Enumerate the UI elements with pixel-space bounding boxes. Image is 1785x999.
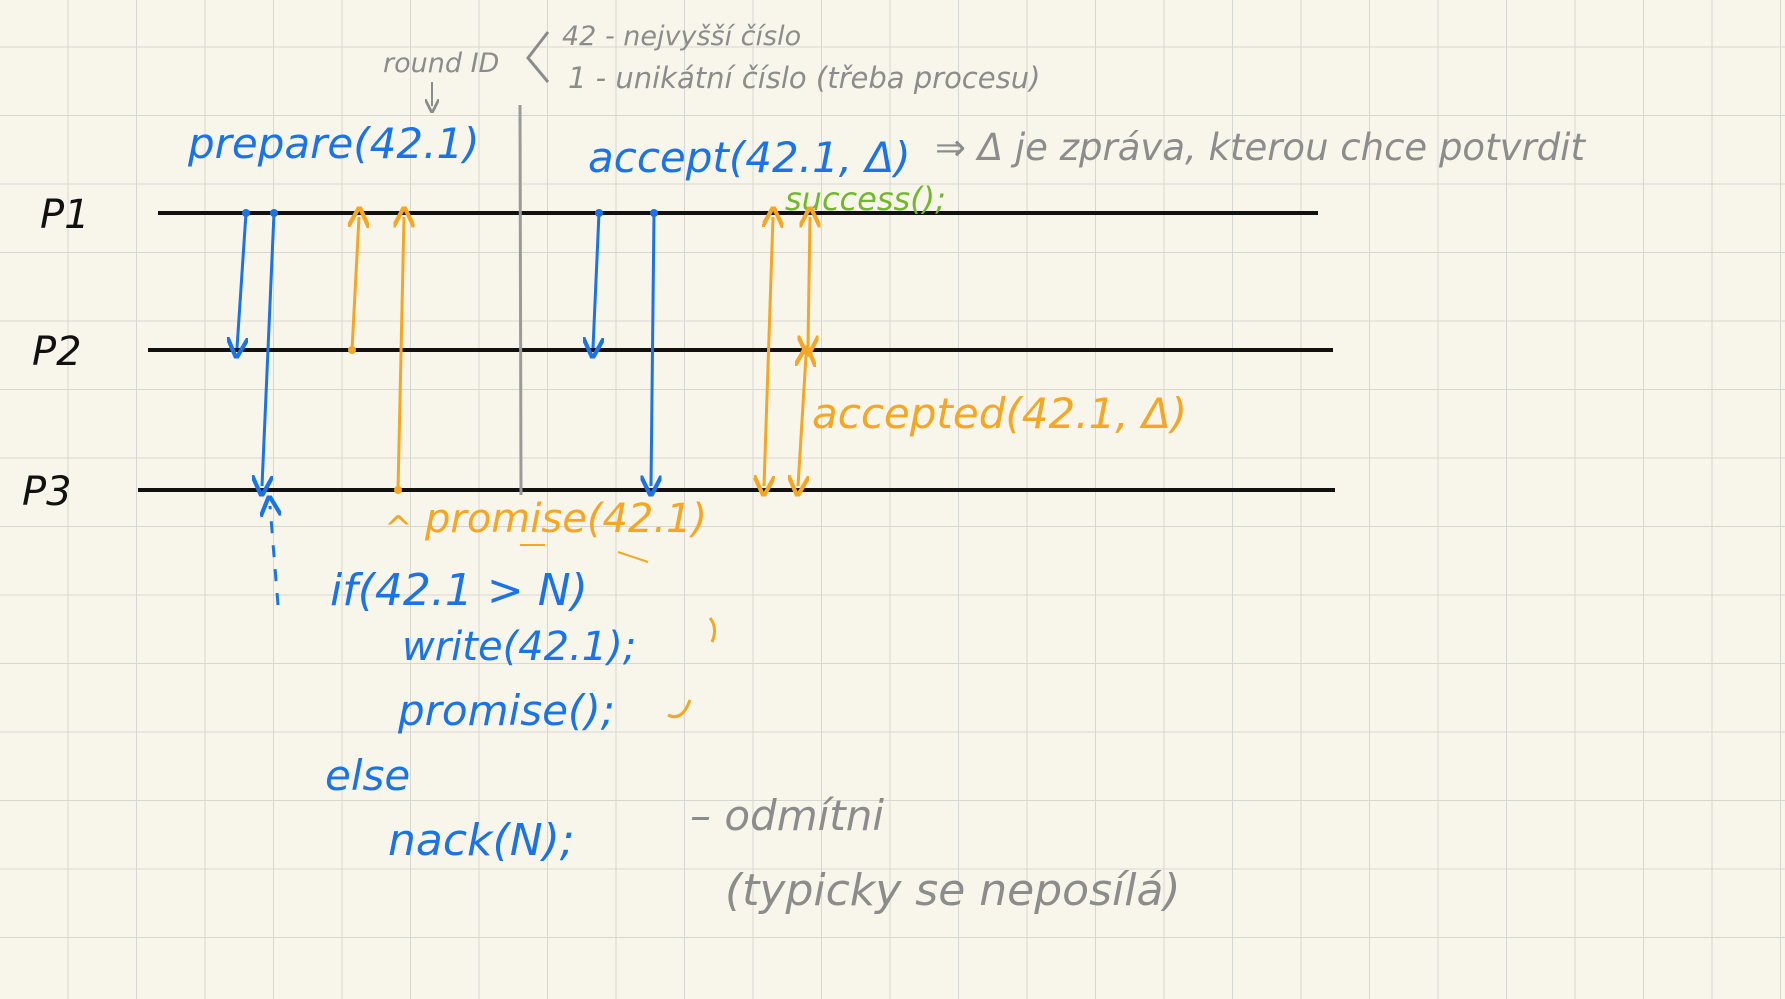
code-pointer-arrow xyxy=(270,506,278,606)
round-id-part1: 42 - nejvyšší číslo xyxy=(562,21,801,52)
nack-note-line2: (typicky se neposílá) xyxy=(725,865,1181,916)
success-label: success(); xyxy=(785,180,946,218)
accepted-label: accepted(42.1, Δ) xyxy=(812,389,1187,438)
accepted-arrow-p2-p1 xyxy=(808,217,810,346)
promise-label: promise(42.1) xyxy=(424,496,707,542)
promise-arrow-from-p2 xyxy=(352,217,359,351)
code-line-write: write(42.1); xyxy=(402,624,636,670)
code-line-else: else xyxy=(325,751,410,800)
promise-arrow-from-p3 xyxy=(398,217,404,491)
promise-underline xyxy=(520,544,649,563)
p3-label: P3 xyxy=(22,469,72,515)
prepare-arrow-p2 xyxy=(237,212,246,348)
accept-label: accept(42.1, Δ) xyxy=(588,133,911,182)
round-id-label: round ID xyxy=(383,48,499,79)
promise-check-mark xyxy=(667,699,692,719)
p2-label: P2 xyxy=(32,329,82,375)
accept-arrow-p2 xyxy=(593,212,599,348)
accept-arrow-p3 xyxy=(651,212,654,486)
code-line-if: if(42.1 > N) xyxy=(330,565,588,616)
write-check-mark xyxy=(708,617,717,643)
accept-note: ⇒ Δ je zpráva, kterou chce potvrdit xyxy=(935,126,1586,169)
p1-label: P1 xyxy=(40,192,90,238)
promise-caret-icon: ^ xyxy=(384,509,413,549)
phase-divider xyxy=(518,104,523,496)
code-line-nack: nack(N); xyxy=(388,815,575,866)
accepted-arrow-p3-p2 xyxy=(798,356,806,486)
prepare-label: prepare(42.1) xyxy=(187,119,480,168)
round-id-part2: 1 - unikátní číslo (třeba procesu) xyxy=(568,61,1040,95)
nack-note-line1: – odmítni xyxy=(690,791,884,840)
code-line-promise: promise(); xyxy=(397,686,615,735)
round-id-brace xyxy=(526,31,550,83)
paxos-diagram: P1 P2 P3 round ID 42 - nejvyšší číslo 1 … xyxy=(22,21,1586,916)
